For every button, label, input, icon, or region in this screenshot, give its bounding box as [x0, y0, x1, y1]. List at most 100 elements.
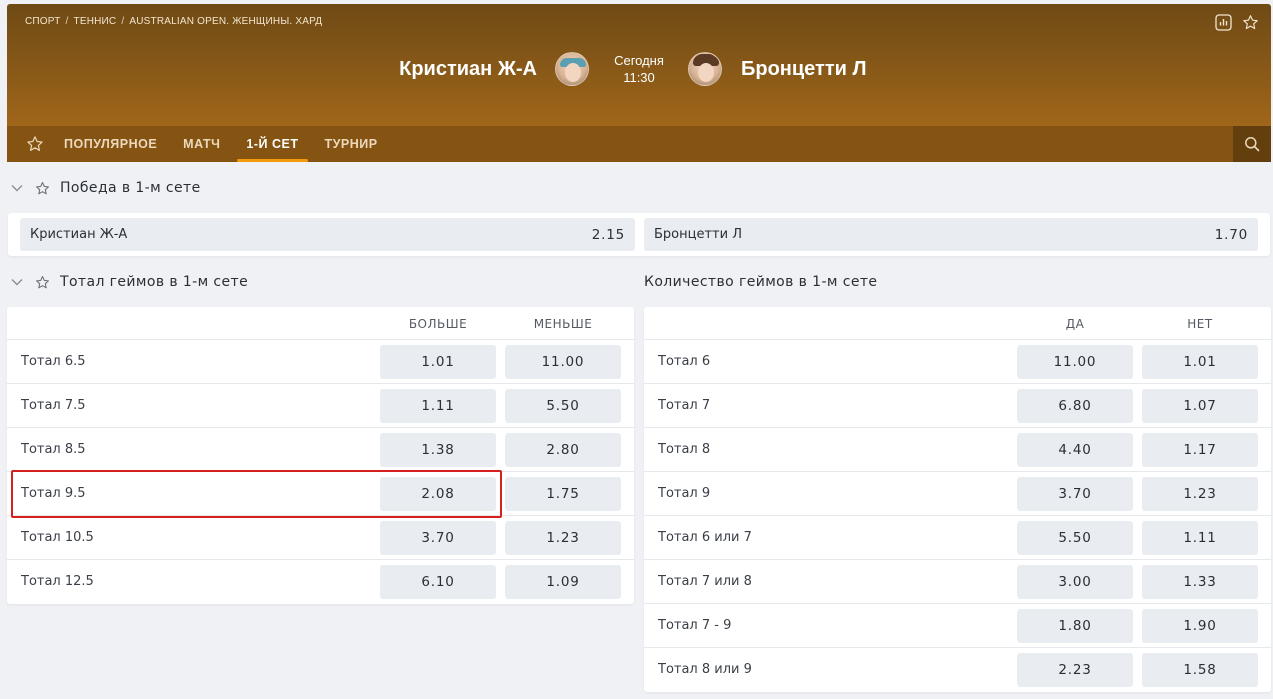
- odd-button-no[interactable]: 1.33: [1142, 565, 1258, 599]
- section-header-games-count[interactable]: Количество геймов в 1-м сете: [644, 274, 877, 290]
- odd-button-under[interactable]: 1.75: [505, 477, 621, 511]
- table-row: Тотал 7 или 8 3.00 1.33: [644, 559, 1271, 603]
- row-label: Тотал 6: [658, 354, 711, 369]
- column-header-over: БОЛЬШЕ: [408, 317, 468, 331]
- odd-button-yes[interactable]: 4.40: [1017, 433, 1133, 467]
- row-label: Тотал 8: [658, 442, 711, 457]
- table-row: Тотал 7.5 1.11 5.50: [7, 383, 634, 427]
- odd-button-no[interactable]: 1.01: [1142, 345, 1258, 379]
- table-row: Тотал 9 3.70 1.23: [644, 471, 1271, 515]
- tab-popular[interactable]: ПОПУЛЯРНОЕ: [55, 126, 166, 162]
- table-row: Тотал 6 11.00 1.01: [644, 339, 1271, 383]
- market-tabs: ПОПУЛЯРНОЕ МАТЧ 1-Й СЕТ ТУРНИР: [7, 126, 1271, 162]
- column-header-under: МЕНЬШЕ: [533, 317, 593, 331]
- odd-button-no[interactable]: 1.07: [1142, 389, 1258, 423]
- chevron-down-icon[interactable]: [8, 278, 26, 286]
- favorites-tab-star-icon[interactable]: [15, 126, 55, 162]
- star-icon[interactable]: [34, 275, 50, 290]
- odd-button-over[interactable]: 1.01: [380, 345, 496, 379]
- breadcrumb-item-tennis[interactable]: ТЕННИС: [74, 16, 117, 27]
- winner-option-left[interactable]: Кристиан Ж-А 2.15: [20, 218, 635, 251]
- odd-button-over[interactable]: 2.08: [380, 477, 496, 511]
- table-row: Тотал 7 6.80 1.07: [644, 383, 1271, 427]
- row-label: Тотал 10.5: [21, 530, 94, 545]
- odd-button-over[interactable]: 1.38: [380, 433, 496, 467]
- breadcrumb-item-sport[interactable]: СПОРТ: [25, 16, 61, 27]
- column-header-yes: ДА: [1065, 317, 1085, 331]
- row-label: Тотал 8 или 9: [658, 662, 752, 677]
- section-title: Количество геймов в 1-м сете: [644, 274, 878, 290]
- tab-tournament[interactable]: ТУРНИР: [316, 126, 387, 162]
- stats-icon[interactable]: [1215, 14, 1232, 31]
- search-icon[interactable]: [1233, 126, 1271, 162]
- winner-option-name: Бронцетти Л: [654, 227, 742, 242]
- table-row: Тотал 9.5 2.08 1.75: [7, 471, 634, 515]
- table-row: Тотал 10.5 3.70 1.23: [7, 515, 634, 559]
- table-row: Тотал 8.5 1.38 2.80: [7, 427, 634, 471]
- table-row: Тотал 8 4.40 1.17: [644, 427, 1271, 471]
- row-label: Тотал 9: [658, 486, 711, 501]
- row-label: Тотал 6.5: [21, 354, 86, 369]
- match-info: Кристиан Ж-А Сегодня 11:30 Бронцетти Л: [7, 52, 1271, 90]
- section-header-set-winner[interactable]: Победа в 1-м сете: [8, 180, 201, 196]
- table-row: Тотал 6 или 7 5.50 1.11: [644, 515, 1271, 559]
- header-actions: [1215, 14, 1259, 31]
- table-row: Тотал 12.5 6.10 1.09: [7, 559, 634, 603]
- odd-button-no[interactable]: 1.90: [1142, 609, 1258, 643]
- breadcrumb-separator: /: [65, 16, 69, 27]
- team-right-avatar: [688, 52, 722, 86]
- odd-button-yes[interactable]: 5.50: [1017, 521, 1133, 555]
- table-row: Тотал 7 - 9 1.80 1.90: [644, 603, 1271, 647]
- column-header-no: НЕТ: [1187, 317, 1213, 331]
- table-row: Тотал 6.5 1.01 11.00: [7, 339, 634, 383]
- odd-button-yes[interactable]: 6.80: [1017, 389, 1133, 423]
- row-label: Тотал 7.5: [21, 398, 86, 413]
- odd-button-no[interactable]: 1.58: [1142, 653, 1258, 687]
- odd-button-under[interactable]: 2.80: [505, 433, 621, 467]
- breadcrumb-item-tournament[interactable]: AUSTRALIAN OPEN. ЖЕНЩИНЫ. ХАРД: [129, 16, 322, 27]
- table-row: Тотал 8 или 9 2.23 1.58: [644, 647, 1271, 691]
- section-title: Тотал геймов в 1-м сете: [60, 274, 249, 290]
- team-left-name: Кристиан Ж-А: [399, 58, 537, 80]
- winner-option-odd: 1.70: [1214, 226, 1248, 243]
- section-header-totals[interactable]: Тотал геймов в 1-м сете: [8, 274, 248, 290]
- odd-button-no[interactable]: 1.17: [1142, 433, 1258, 467]
- match-header: СПОРТ / ТЕННИС / AUSTRALIAN OPEN. ЖЕНЩИН…: [7, 4, 1271, 162]
- odd-button-under[interactable]: 11.00: [505, 345, 621, 379]
- odd-button-yes[interactable]: 2.23: [1017, 653, 1133, 687]
- row-label: Тотал 7 - 9: [658, 618, 732, 633]
- row-label: Тотал 7: [658, 398, 711, 413]
- breadcrumb: СПОРТ / ТЕННИС / AUSTRALIAN OPEN. ЖЕНЩИН…: [25, 16, 322, 27]
- odd-button-yes[interactable]: 3.70: [1017, 477, 1133, 511]
- team-left-avatar: [555, 52, 589, 86]
- odd-button-over[interactable]: 6.10: [380, 565, 496, 599]
- match-clock: 11:30: [623, 70, 655, 85]
- odd-button-yes[interactable]: 1.80: [1017, 609, 1133, 643]
- tab-first-set[interactable]: 1-Й СЕТ: [237, 126, 308, 162]
- row-label: Тотал 12.5: [21, 574, 94, 589]
- row-label: Тотал 6 или 7: [658, 530, 752, 545]
- winner-option-right[interactable]: Бронцетти Л 1.70: [644, 218, 1258, 251]
- row-label: Тотал 9.5: [21, 486, 86, 501]
- odd-button-over[interactable]: 1.11: [380, 389, 496, 423]
- row-label: Тотал 8.5: [21, 442, 86, 457]
- odd-button-no[interactable]: 1.23: [1142, 477, 1258, 511]
- odd-button-under[interactable]: 1.09: [505, 565, 621, 599]
- odd-button-over[interactable]: 3.70: [380, 521, 496, 555]
- winner-option-name: Кристиан Ж-А: [30, 227, 128, 242]
- odd-button-yes[interactable]: 3.00: [1017, 565, 1133, 599]
- row-label: Тотал 7 или 8: [658, 574, 752, 589]
- winner-option-odd: 2.15: [591, 226, 625, 243]
- match-time: Сегодня 11:30: [597, 52, 681, 86]
- odd-button-under[interactable]: 1.23: [505, 521, 621, 555]
- chevron-down-icon[interactable]: [8, 184, 26, 192]
- odd-button-yes[interactable]: 11.00: [1017, 345, 1133, 379]
- team-right-name: Бронцетти Л: [741, 58, 867, 80]
- breadcrumb-separator: /: [121, 16, 125, 27]
- star-icon[interactable]: [34, 181, 50, 196]
- odd-button-no[interactable]: 1.11: [1142, 521, 1258, 555]
- favorite-star-icon[interactable]: [1242, 14, 1259, 31]
- match-day: Сегодня: [614, 53, 664, 68]
- odd-button-under[interactable]: 5.50: [505, 389, 621, 423]
- tab-match[interactable]: МАТЧ: [174, 126, 229, 162]
